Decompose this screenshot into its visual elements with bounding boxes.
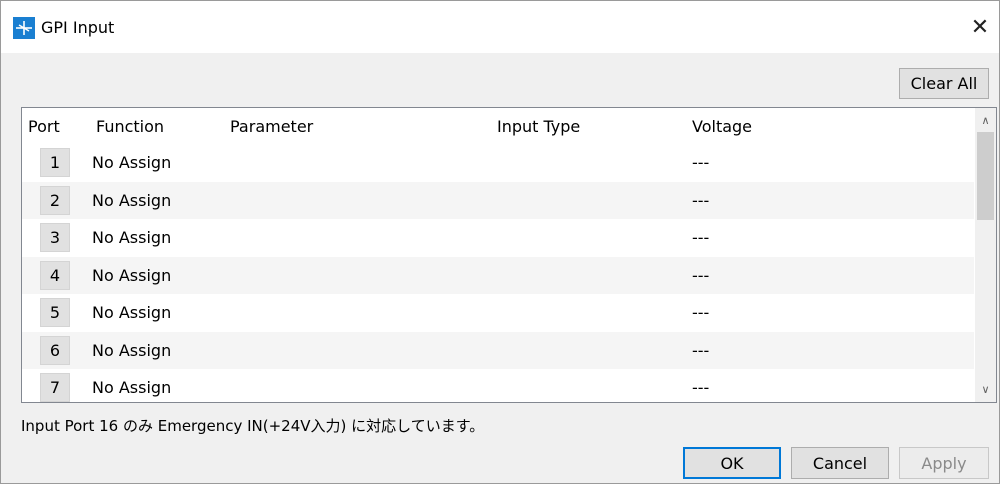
voltage-cell: --- <box>692 228 710 247</box>
function-cell[interactable]: No Assign <box>92 191 171 210</box>
function-cell[interactable]: No Assign <box>92 266 171 285</box>
column-header-port[interactable]: Port <box>28 117 60 136</box>
voltage-cell: --- <box>692 265 710 285</box>
voltage-cell: --- <box>692 378 710 397</box>
column-header-parameter[interactable]: Parameter <box>230 117 313 136</box>
table-row[interactable]: 4 No Assign --- <box>22 256 974 294</box>
close-icon[interactable]: ✕ <box>965 13 995 41</box>
table-row[interactable]: 2 No Assign --- <box>22 181 974 219</box>
table-row[interactable]: 7 No Assign --- <box>22 369 974 402</box>
vertical-scrollbar[interactable]: ∧ ∨ <box>975 108 996 402</box>
title-bar: GPI Input ✕ <box>1 1 999 53</box>
port-button[interactable]: 2 <box>40 185 70 215</box>
ok-button[interactable]: OK <box>683 447 781 479</box>
cancel-button[interactable]: Cancel <box>791 447 889 479</box>
column-header-function[interactable]: Function <box>96 117 164 136</box>
port-button[interactable]: 1 <box>40 148 70 177</box>
table-body: 1 No Assign --- 2 No Assign --- 3 No Ass… <box>22 144 974 402</box>
apply-button[interactable]: Apply <box>899 447 989 479</box>
port-button[interactable]: 7 <box>40 373 70 402</box>
port-button[interactable]: 5 <box>40 298 70 327</box>
port-button[interactable]: 4 <box>40 260 70 290</box>
voltage-cell: --- <box>692 153 710 172</box>
function-cell[interactable]: No Assign <box>92 341 171 360</box>
gpi-table: Port Function Parameter Input Type Volta… <box>21 107 997 403</box>
clear-all-button[interactable]: Clear All <box>899 68 989 99</box>
scroll-down-icon[interactable]: ∨ <box>975 379 996 400</box>
table-row[interactable]: 1 No Assign --- <box>22 144 974 182</box>
table-header: Port Function Parameter Input Type Volta… <box>22 108 974 144</box>
scroll-up-icon[interactable]: ∧ <box>975 110 996 131</box>
port-button[interactable]: 6 <box>40 335 70 365</box>
gpi-input-dialog: GPI Input ✕ Clear All Port Function Para… <box>0 0 1000 484</box>
function-cell[interactable]: No Assign <box>92 303 171 322</box>
column-header-voltage[interactable]: Voltage <box>692 117 752 136</box>
column-header-input-type[interactable]: Input Type <box>497 117 580 136</box>
table-row[interactable]: 3 No Assign --- <box>22 219 974 257</box>
app-logo-icon <box>13 17 35 39</box>
function-cell[interactable]: No Assign <box>92 378 171 397</box>
voltage-cell: --- <box>692 340 710 360</box>
voltage-cell: --- <box>692 303 710 322</box>
table-row[interactable]: 6 No Assign --- <box>22 331 974 369</box>
table-row[interactable]: 5 No Assign --- <box>22 294 974 332</box>
window-title: GPI Input <box>41 18 115 37</box>
scroll-thumb[interactable] <box>977 132 994 220</box>
function-cell[interactable]: No Assign <box>92 228 171 247</box>
emergency-note: Input Port 16 のみ Emergency IN(+24V入力) に対… <box>21 417 485 435</box>
function-cell[interactable]: No Assign <box>92 153 171 172</box>
port-button[interactable]: 3 <box>40 223 70 252</box>
voltage-cell: --- <box>692 190 710 210</box>
